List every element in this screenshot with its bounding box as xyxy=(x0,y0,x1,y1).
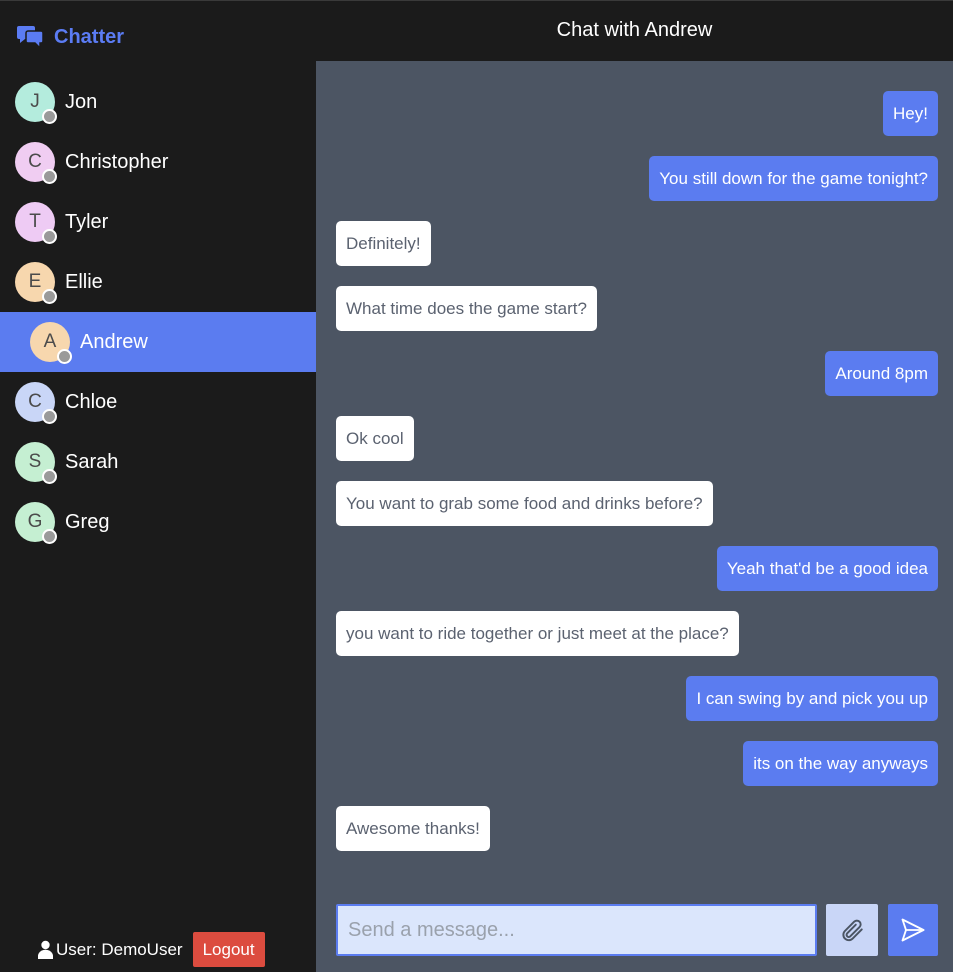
avatar: E xyxy=(15,262,57,304)
sidebar: Chatter J Jon C Christopher T Tyler E El… xyxy=(0,0,316,972)
contact-name: Ellie xyxy=(65,270,103,293)
status-dot xyxy=(42,469,57,484)
received-message: What time does the game start? xyxy=(336,286,597,331)
contact-item-andrew[interactable]: A Andrew xyxy=(0,312,316,372)
contact-name: Sarah xyxy=(65,450,119,473)
contact-name: Christopher xyxy=(65,150,169,173)
message-row: Yeah that'd be a good idea xyxy=(336,546,938,591)
contact-item-chloe[interactable]: C Chloe xyxy=(0,372,316,432)
chat-app: Chatter J Jon C Christopher T Tyler E El… xyxy=(0,0,953,972)
message-row: Ok cool xyxy=(336,416,938,461)
avatar: J xyxy=(15,82,57,124)
received-message: you want to ride together or just meet a… xyxy=(336,611,739,656)
avatar-initial: S xyxy=(28,451,42,472)
user-bar: User: DemoUser Logout xyxy=(37,932,265,967)
sent-message: You still down for the game tonight? xyxy=(649,156,938,201)
contact-name: Tyler xyxy=(65,210,109,233)
send-icon xyxy=(901,918,925,942)
avatar-initial: A xyxy=(43,331,57,352)
contact-item-tyler[interactable]: T Tyler xyxy=(0,192,316,252)
sent-message: Around 8pm xyxy=(825,351,938,396)
message-row: You still down for the game tonight? xyxy=(336,156,938,201)
received-message: Definitely! xyxy=(336,221,431,266)
message-row: its on the way anyways xyxy=(336,741,938,786)
status-dot xyxy=(42,229,57,244)
avatar: G xyxy=(15,502,57,544)
contact-list: J Jon C Christopher T Tyler E Ellie A An… xyxy=(0,72,316,552)
message-composer xyxy=(336,904,938,956)
chat-area: Hey! You still down for the game tonight… xyxy=(316,61,953,972)
contact-item-sarah[interactable]: S Sarah xyxy=(0,432,316,492)
status-dot xyxy=(42,409,57,424)
avatar-initial: C xyxy=(28,151,42,172)
sent-message: Hey! xyxy=(883,91,938,136)
message-row: I can swing by and pick you up xyxy=(336,676,938,721)
current-user-label: User: DemoUser xyxy=(56,939,183,959)
contact-item-jon[interactable]: J Jon xyxy=(0,72,316,132)
contact-name: Greg xyxy=(65,510,110,533)
chat-title: Chat with Andrew xyxy=(556,18,713,41)
attach-button[interactable] xyxy=(826,904,878,956)
sent-message: Yeah that'd be a good idea xyxy=(716,546,938,591)
status-dot xyxy=(42,169,57,184)
sent-message: I can swing by and pick you up xyxy=(686,676,938,721)
contact-item-christopher[interactable]: C Christopher xyxy=(0,132,316,192)
app-name: Chatter xyxy=(54,25,125,48)
send-button[interactable] xyxy=(888,904,938,956)
chat-bubbles-icon xyxy=(17,26,44,50)
chat-header: Chat with Andrew xyxy=(316,0,953,61)
received-message: Awesome thanks! xyxy=(336,806,490,851)
avatar-initial: E xyxy=(28,271,42,292)
avatar: C xyxy=(15,382,57,424)
avatar-initial: T xyxy=(29,211,41,232)
message-row: you want to ride together or just meet a… xyxy=(336,611,938,656)
received-message: You want to grab some food and drinks be… xyxy=(336,481,713,526)
contact-name: Andrew xyxy=(80,330,148,353)
message-input[interactable] xyxy=(336,904,817,956)
message-row: Definitely! xyxy=(336,221,938,266)
avatar-initial: G xyxy=(27,511,43,532)
received-message: Ok cool xyxy=(336,416,414,461)
sent-message: its on the way anyways xyxy=(743,741,938,786)
avatar: C xyxy=(15,142,57,184)
message-row: Hey! xyxy=(336,91,938,136)
message-row: You want to grab some food and drinks be… xyxy=(336,481,938,526)
contact-item-greg[interactable]: G Greg xyxy=(0,492,316,552)
contact-name: Chloe xyxy=(65,390,118,413)
avatar: A xyxy=(30,322,72,364)
message-list: Hey! You still down for the game tonight… xyxy=(336,91,938,851)
status-dot xyxy=(57,349,72,364)
contact-name: Jon xyxy=(65,90,98,113)
message-row: Around 8pm xyxy=(336,351,938,396)
paperclip-icon xyxy=(842,919,863,942)
logout-button[interactable]: Logout xyxy=(192,932,265,967)
contact-item-ellie[interactable]: E Ellie xyxy=(0,252,316,312)
avatar: T xyxy=(15,202,57,244)
avatar: S xyxy=(15,442,57,484)
avatar-initial: J xyxy=(30,91,40,112)
avatar-initial: C xyxy=(28,391,42,412)
status-dot xyxy=(42,289,57,304)
message-row: Awesome thanks! xyxy=(336,806,938,851)
status-dot xyxy=(42,109,57,124)
user-icon xyxy=(38,940,53,959)
message-row: What time does the game start? xyxy=(336,286,938,331)
brand[interactable]: Chatter xyxy=(16,23,124,51)
status-dot xyxy=(42,529,57,544)
